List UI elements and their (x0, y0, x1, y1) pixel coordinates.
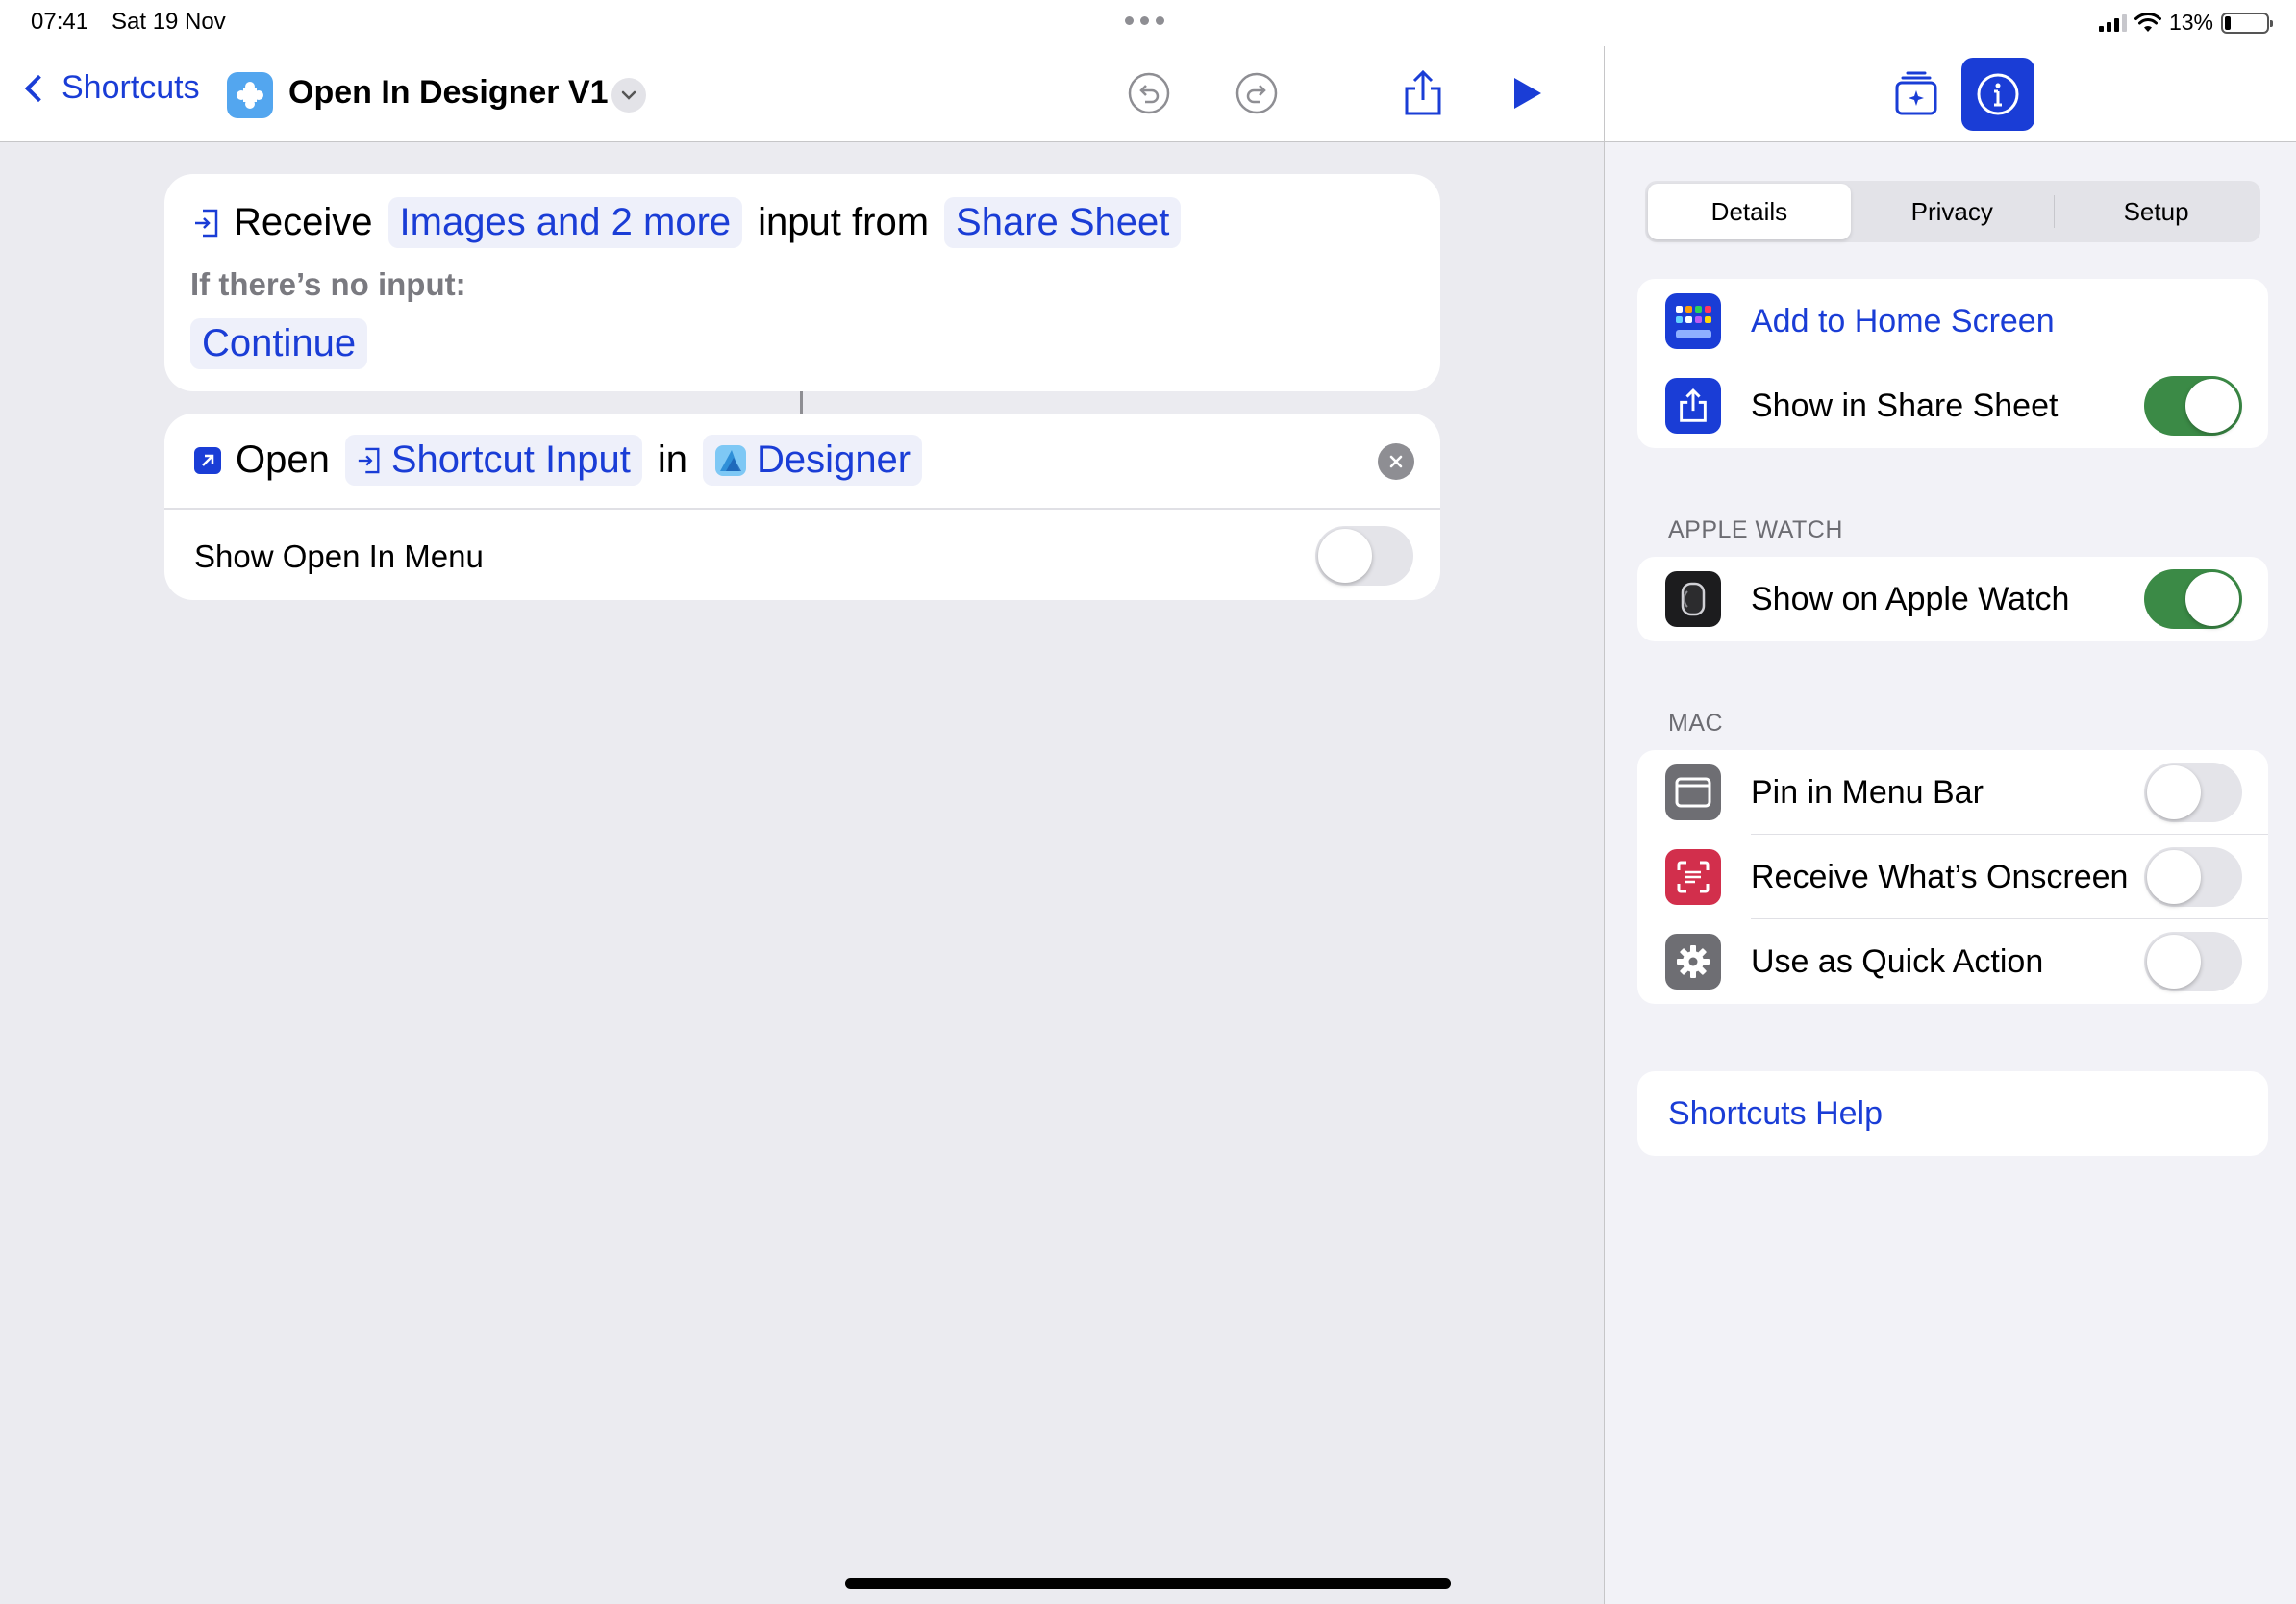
receive-whats-onscreen-toggle[interactable] (2144, 847, 2242, 907)
shortcut-input-token[interactable]: Shortcut Input (344, 435, 642, 486)
tab-setup[interactable]: Setup (2055, 184, 2258, 239)
onscreen-icon (1665, 849, 1721, 905)
open-action-card[interactable]: Open Shortcut Input in Designer Show Ope… (164, 414, 1440, 600)
apple-watch-icon (1665, 571, 1721, 627)
add-to-home-screen-label: Add to Home Screen (1751, 303, 2055, 339)
card-divider (164, 508, 1440, 510)
tab-details[interactable]: Details (1648, 184, 1851, 239)
mac-header: MAC (1668, 710, 1724, 737)
inspector-pane: Details Privacy Setup Add to Home Screen… (1604, 0, 2296, 1604)
home-screen-icon (1665, 293, 1721, 349)
show-open-in-menu-toggle[interactable] (1315, 526, 1413, 586)
status-time: 07:41 (31, 9, 89, 35)
receive-connector: input from (758, 201, 930, 243)
receive-action-card[interactable]: Receive Images and 2 more input from Sha… (164, 174, 1440, 391)
add-to-home-screen-row[interactable]: Add to Home Screen (1637, 279, 2268, 363)
use-as-quick-action-label: Use as Quick Action (1751, 943, 2044, 980)
shortcut-input-icon (358, 447, 380, 473)
battery-percent: 13% (2168, 10, 2213, 35)
home-indicator[interactable] (845, 1578, 1451, 1589)
no-input-action-token[interactable]: Continue (190, 318, 368, 369)
status-date: Sat 19 Nov (112, 9, 226, 35)
open-verb: Open (236, 439, 330, 481)
input-types-token[interactable]: Images and 2 more (387, 197, 743, 248)
multitasking-dots-icon[interactable] (1125, 16, 1164, 25)
receive-verb: Receive (234, 201, 373, 243)
shortcuts-help-label: Shortcuts Help (1668, 1095, 1883, 1132)
battery-icon (2221, 12, 2273, 34)
shortcut-input-label: Shortcut Input (390, 439, 631, 481)
receive-input-icon (195, 209, 218, 237)
source-token[interactable]: Share Sheet (944, 197, 1182, 248)
tab-privacy[interactable]: Privacy (1851, 184, 2054, 239)
action-connector (800, 391, 803, 414)
show-in-share-sheet-row: Show in Share Sheet (1637, 363, 2268, 448)
status-bar: 07:41 Sat 19 Nov 13% (0, 0, 2296, 46)
undo-icon[interactable] (1125, 69, 1173, 117)
receive-whats-onscreen-label: Receive What’s Onscreen (1751, 859, 2129, 895)
mac-settings-group: Pin in Menu Bar Receive What’s Onscreen (1637, 750, 2268, 1004)
inspector-tabs: Details Privacy Setup (1645, 181, 2260, 242)
shortcut-title[interactable]: Open In Designer V1 (288, 74, 609, 112)
back-button[interactable]: Shortcuts (21, 69, 200, 107)
show-on-apple-watch-label: Show on Apple Watch (1751, 581, 2070, 617)
open-connector: in (657, 439, 688, 481)
no-input-row: Continue (190, 318, 368, 369)
general-settings-group: Add to Home Screen Show in Share Sheet (1637, 279, 2268, 448)
gear-icon (1665, 934, 1721, 990)
no-input-label: If there’s no input: (190, 266, 466, 302)
show-open-in-menu-label: Show Open In Menu (194, 539, 484, 574)
open-action-row: Open Shortcut Input in Designer (193, 435, 923, 486)
shortcuts-help-button[interactable]: Shortcuts Help (1637, 1071, 2268, 1156)
pin-in-menu-bar-row: Pin in Menu Bar (1637, 750, 2268, 835)
share-icon[interactable] (1399, 69, 1447, 117)
chevron-left-icon (24, 74, 53, 102)
back-label: Shortcuts (62, 69, 200, 106)
editor-pane: Shortcuts Open In Designer V1 Receive Im… (0, 0, 1604, 1604)
action-library-icon[interactable] (1880, 58, 1953, 131)
chevron-down-icon[interactable] (611, 78, 646, 113)
app-label: Designer (757, 439, 911, 481)
designer-app-icon (715, 444, 747, 476)
menu-bar-icon (1665, 764, 1721, 820)
inspector-header (1605, 46, 2296, 142)
use-as-quick-action-toggle[interactable] (2144, 932, 2242, 991)
pin-in-menu-bar-toggle[interactable] (2144, 763, 2242, 822)
editor-nav-bar: Shortcuts Open In Designer V1 (0, 46, 1604, 142)
status-indicators: 13% (2098, 10, 2273, 36)
show-in-share-sheet-toggle[interactable] (2144, 376, 2242, 436)
wifi-icon (2134, 12, 2161, 32)
use-as-quick-action-row: Use as Quick Action (1637, 919, 2268, 1004)
remove-action-icon[interactable] (1378, 443, 1414, 480)
receive-whats-onscreen-row: Receive What’s Onscreen (1637, 835, 2268, 919)
apple-watch-header: APPLE WATCH (1668, 516, 1843, 543)
pin-in-menu-bar-label: Pin in Menu Bar (1751, 774, 1984, 811)
show-in-share-sheet-label: Show in Share Sheet (1751, 388, 2059, 424)
info-icon[interactable] (1961, 58, 2034, 131)
app-token[interactable]: Designer (703, 435, 923, 486)
share-sheet-icon (1665, 378, 1721, 434)
receive-action-row: Receive Images and 2 more input from Sha… (193, 197, 1182, 248)
apple-watch-group: Show on Apple Watch (1637, 557, 2268, 641)
cellular-signal-icon (2098, 13, 2127, 32)
redo-icon[interactable] (1233, 69, 1281, 117)
show-on-apple-watch-row: Show on Apple Watch (1637, 557, 2268, 641)
run-play-icon[interactable] (1502, 69, 1550, 117)
show-on-apple-watch-toggle[interactable] (2144, 569, 2242, 629)
shortcut-icon[interactable] (227, 72, 273, 118)
open-app-icon (194, 446, 221, 474)
